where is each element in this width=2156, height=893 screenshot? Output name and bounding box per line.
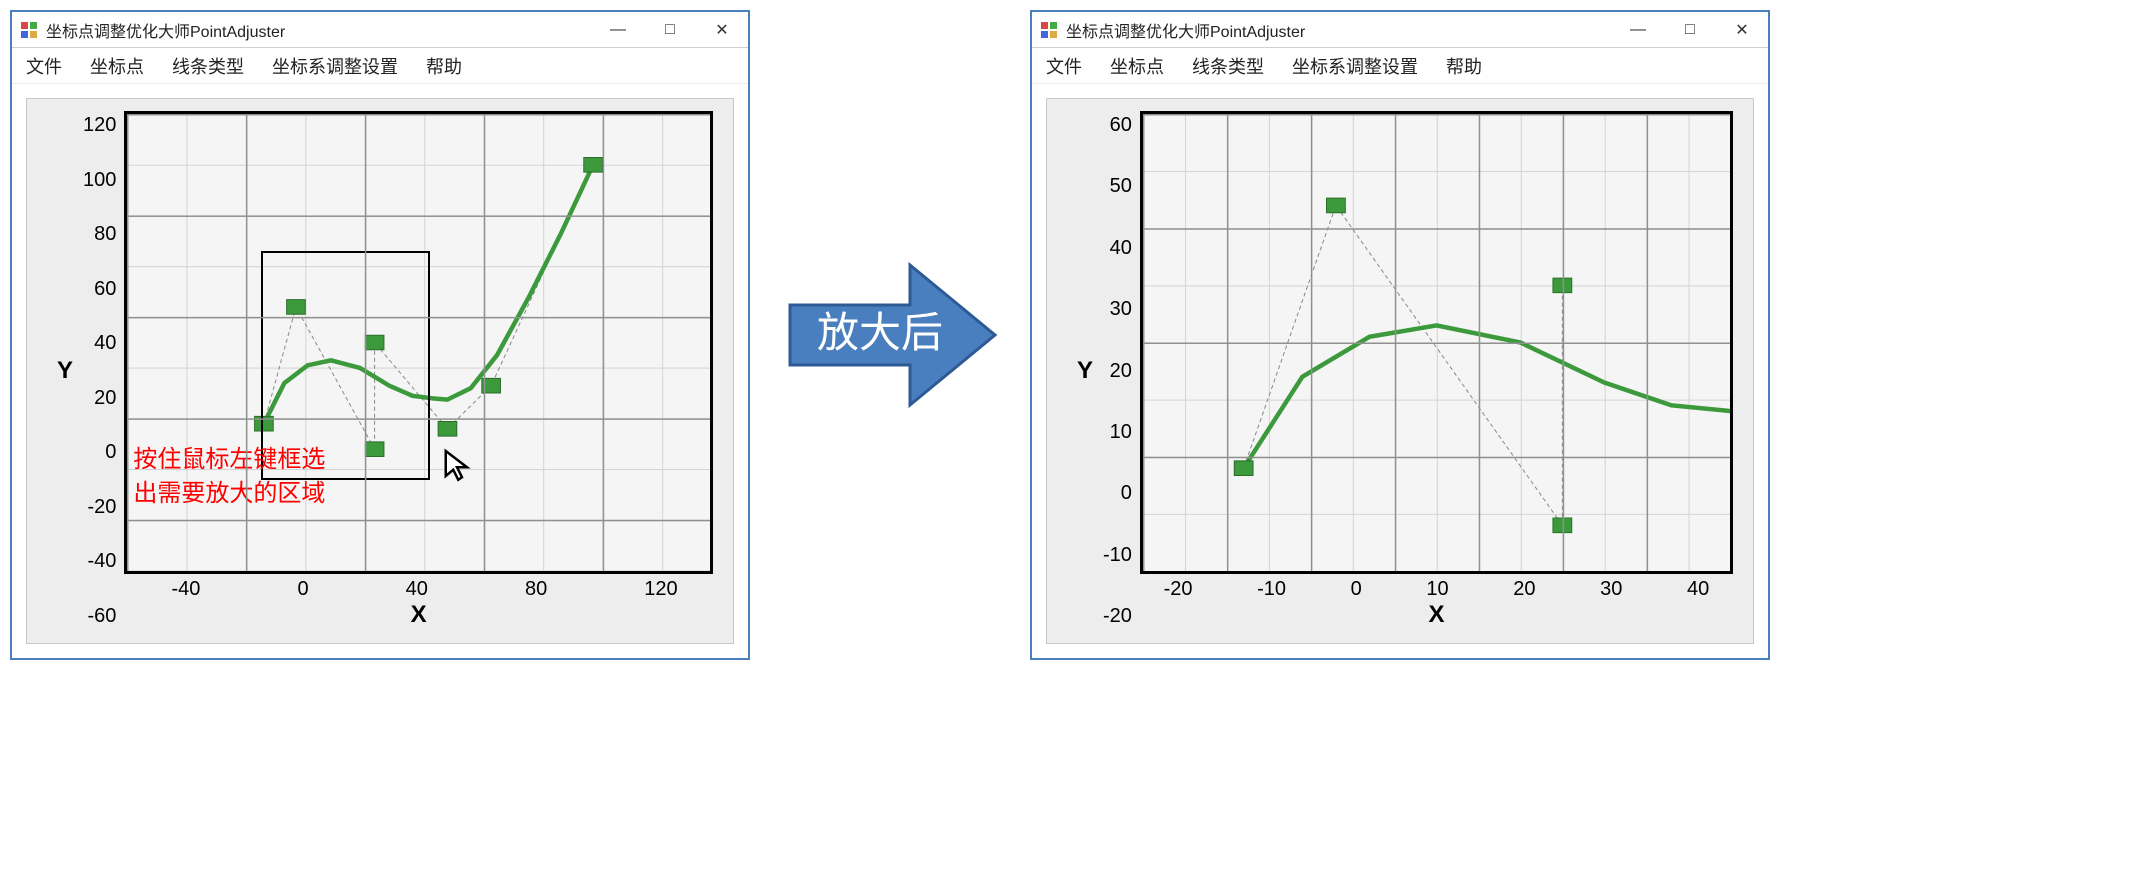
y-tick: 0 <box>1121 482 1132 505</box>
y-tick: 100 <box>83 169 116 192</box>
close-button[interactable]: ✕ <box>696 12 748 48</box>
x-tick: 30 <box>1600 578 1622 601</box>
y-axis-label: Y <box>47 111 83 631</box>
y-tick: 40 <box>94 332 116 355</box>
chart-canvas[interactable] <box>1140 111 1733 574</box>
x-axis-label: X <box>124 601 713 631</box>
menu-file[interactable]: 文件 <box>26 53 62 79</box>
x-tick: 40 <box>406 578 428 601</box>
y-tick: 120 <box>83 114 116 137</box>
y-tick: 20 <box>94 387 116 410</box>
titlebar[interactable]: 坐标点调整优化大师PointAdjuster — □ ✕ <box>1032 12 1768 48</box>
x-tick: -20 <box>1164 578 1193 601</box>
titlebar[interactable]: 坐标点调整优化大师PointAdjuster — □ ✕ <box>12 12 748 48</box>
minimize-button[interactable]: — <box>1612 12 1664 48</box>
app-icon <box>20 21 38 39</box>
arrow-label: 放大后 <box>817 311 943 357</box>
x-tick: -40 <box>171 578 200 601</box>
menu-axis-settings[interactable]: 坐标系调整设置 <box>1292 53 1418 79</box>
menu-points[interactable]: 坐标点 <box>90 53 144 79</box>
menu-axis-settings[interactable]: 坐标系调整设置 <box>272 53 398 79</box>
app-icon <box>1040 21 1058 39</box>
menubar: 文件 坐标点 线条类型 坐标系调整设置 帮助 <box>1032 48 1768 84</box>
plot-panel: Y 120 100 80 60 40 20 0 -20 -40 -60 <box>26 98 734 644</box>
instruction-annotation: 按住鼠标左键框选 出需要放大的区域 <box>133 443 325 510</box>
menubar: 文件 坐标点 线条类型 坐标系调整设置 帮助 <box>12 48 748 84</box>
y-tick: -10 <box>1103 544 1132 567</box>
maximize-button[interactable]: □ <box>1664 12 1716 48</box>
minimize-button[interactable]: — <box>592 12 644 48</box>
maximize-button[interactable]: □ <box>644 12 696 48</box>
y-tick: -40 <box>87 550 116 573</box>
menu-file[interactable]: 文件 <box>1046 53 1082 79</box>
cursor-arrow-icon <box>442 448 472 489</box>
y-axis-ticks: 120 100 80 60 40 20 0 -20 -40 -60 <box>83 111 124 631</box>
y-tick: 60 <box>1110 114 1132 137</box>
app-window-before: 坐标点调整优化大师PointAdjuster — □ ✕ 文件 坐标点 线条类型… <box>10 10 750 660</box>
chart-svg <box>1143 114 1730 571</box>
menu-help[interactable]: 帮助 <box>426 53 462 79</box>
x-tick: -10 <box>1257 578 1286 601</box>
x-axis-ticks: -40 0 40 80 120 <box>124 574 713 601</box>
x-tick: 40 <box>1687 578 1709 601</box>
x-tick: 20 <box>1513 578 1535 601</box>
y-tick: 20 <box>1110 360 1132 383</box>
menu-line-type[interactable]: 线条类型 <box>1192 53 1264 79</box>
y-tick: 50 <box>1110 175 1132 198</box>
x-axis-label: X <box>1140 601 1733 631</box>
y-axis-ticks: 60 50 40 30 20 10 0 -10 -20 <box>1103 111 1140 631</box>
plot-panel: Y 60 50 40 30 20 10 0 -10 -20 <box>1046 98 1754 644</box>
x-tick: 80 <box>525 578 547 601</box>
close-button[interactable]: ✕ <box>1716 12 1768 48</box>
chart-canvas[interactable]: 按住鼠标左键框选 出需要放大的区域 <box>124 111 713 574</box>
y-axis-label: Y <box>1067 111 1103 631</box>
y-tick: 0 <box>105 441 116 464</box>
y-tick: 60 <box>94 278 116 301</box>
y-tick: 10 <box>1110 421 1132 444</box>
x-tick: 120 <box>644 578 677 601</box>
window-title: 坐标点调整优化大师PointAdjuster <box>1066 18 1305 42</box>
y-tick: 80 <box>94 223 116 246</box>
y-tick: -60 <box>87 605 116 628</box>
menu-points[interactable]: 坐标点 <box>1110 53 1164 79</box>
menu-line-type[interactable]: 线条类型 <box>172 53 244 79</box>
arrow-icon: 放大后 <box>780 245 1000 425</box>
menu-help[interactable]: 帮助 <box>1446 53 1482 79</box>
y-tick: 30 <box>1110 298 1132 321</box>
x-axis-ticks: -20 -10 0 10 20 30 40 <box>1140 574 1733 601</box>
y-tick: 40 <box>1110 237 1132 260</box>
window-title: 坐标点调整优化大师PointAdjuster <box>46 18 285 42</box>
x-tick: 0 <box>297 578 308 601</box>
y-tick: -20 <box>87 496 116 519</box>
zoom-arrow: 放大后 <box>780 245 1000 425</box>
x-tick: 0 <box>1351 578 1362 601</box>
app-window-after: 坐标点调整优化大师PointAdjuster — □ ✕ 文件 坐标点 线条类型… <box>1030 10 1770 660</box>
x-tick: 10 <box>1426 578 1448 601</box>
y-tick: -20 <box>1103 605 1132 628</box>
